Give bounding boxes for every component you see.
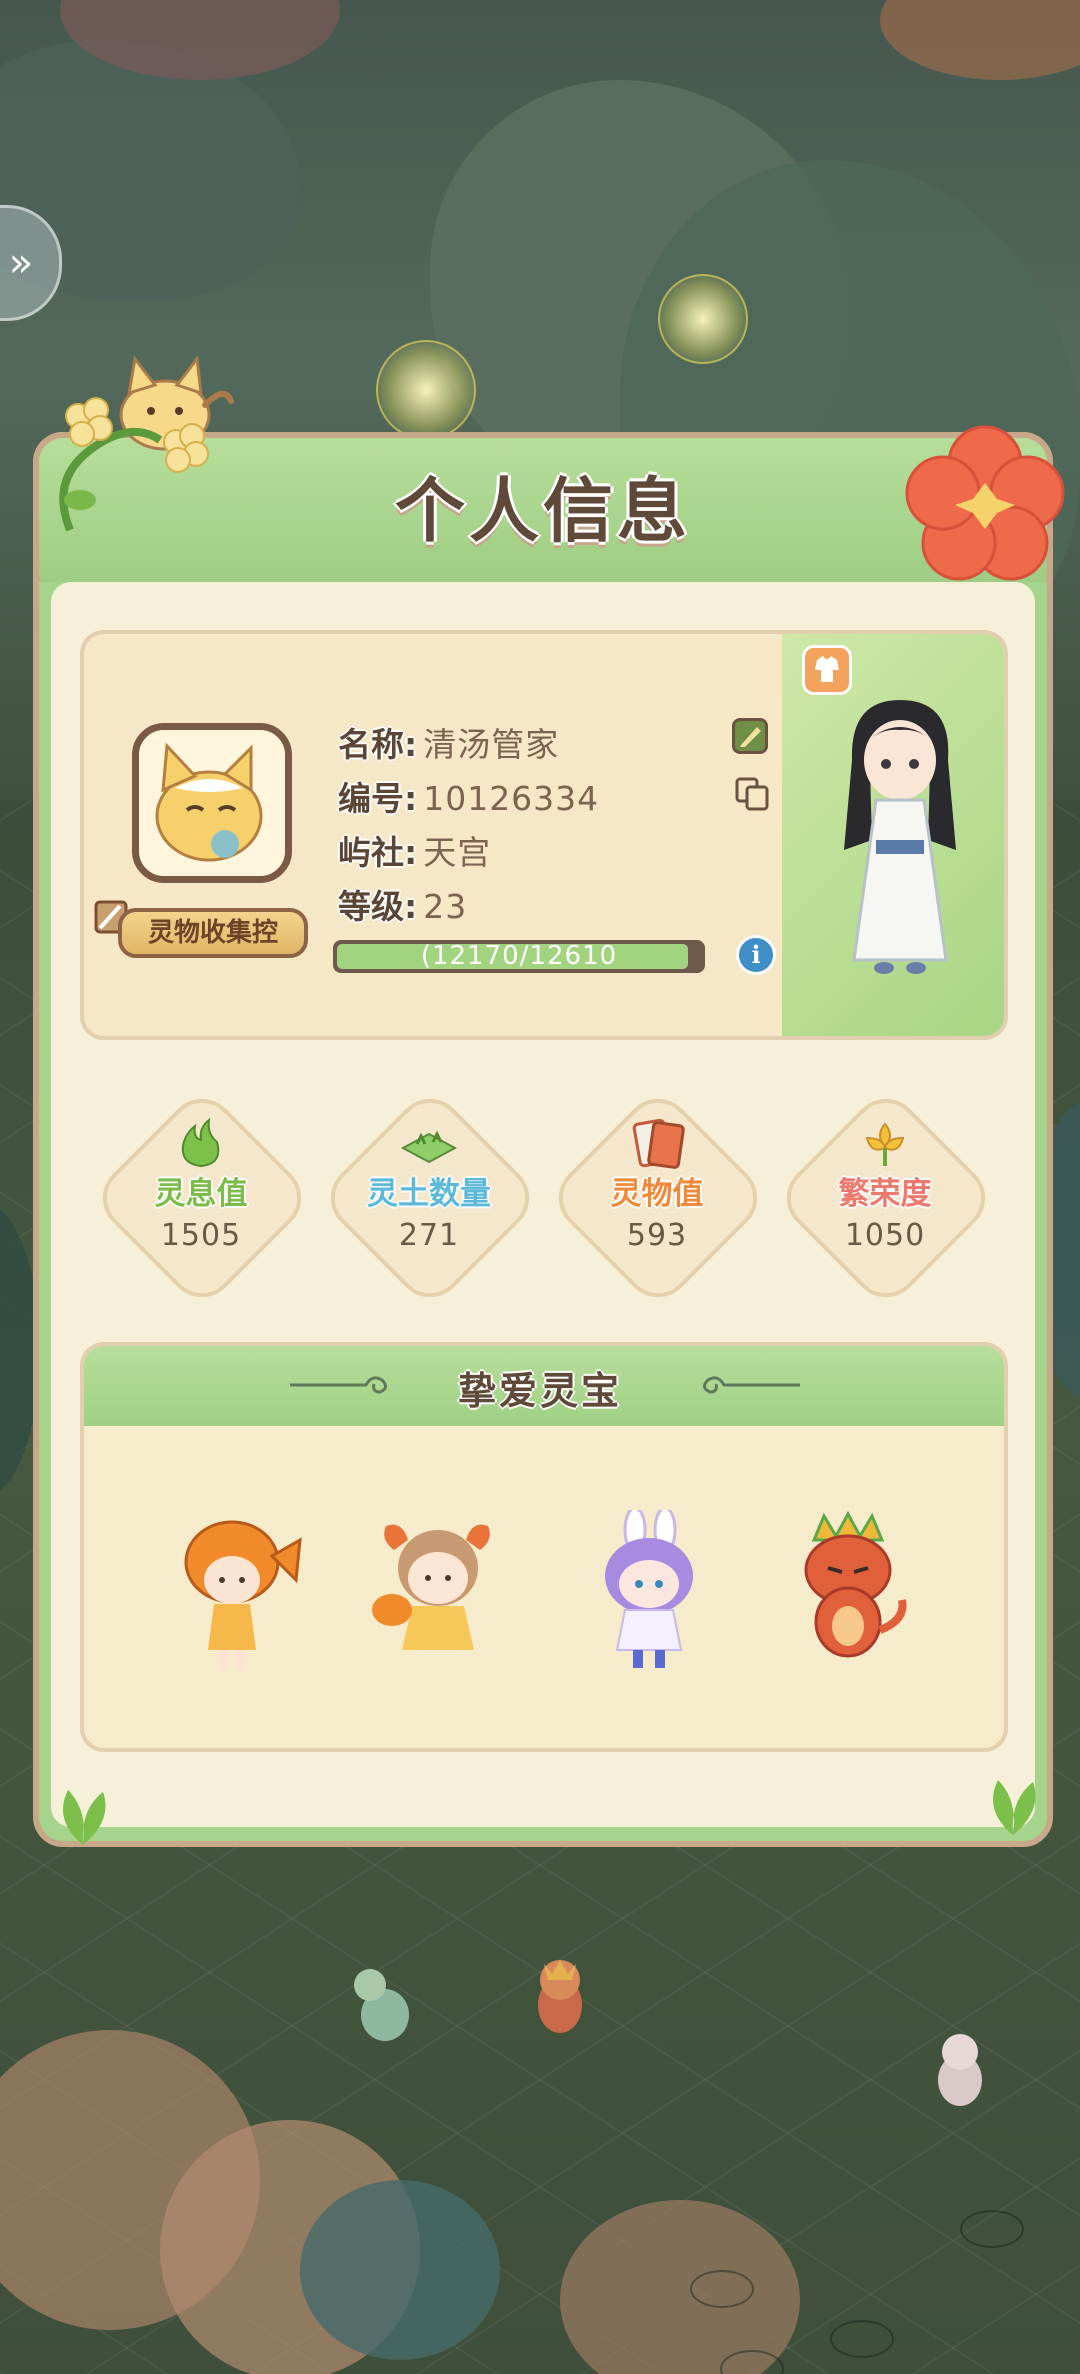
level-row: 等级: 23 (338, 880, 467, 928)
sparkle-orb-icon (376, 340, 476, 440)
red-dragon-pet-icon[interactable] (784, 1510, 914, 1680)
edit-name-button[interactable] (732, 718, 768, 754)
wandering-green-pet-npc-icon[interactable] (340, 1960, 430, 2050)
avatar[interactable] (132, 723, 292, 883)
name-row: 名称: 清汤管家 (338, 718, 559, 766)
book-card-icon (632, 1118, 685, 1169)
leaf-corner-decoration-icon (993, 1780, 1036, 1835)
outfit-icon (815, 656, 839, 682)
vine-flowers-decoration-icon (59, 397, 209, 532)
wandering-dragon-npc-icon[interactable] (520, 1950, 600, 2050)
stat-spirit-breath[interactable]: 灵息值 1505 (88, 1084, 316, 1312)
red-flower-decoration-icon (905, 425, 1065, 581)
player-character-avatar-icon[interactable] (820, 690, 980, 990)
stat-prosperity[interactable]: 繁荣度 1050 (772, 1084, 1000, 1312)
collector-title-badge: 灵物收集控 (118, 908, 308, 958)
copy-id-button[interactable] (734, 776, 770, 812)
id-value: 10126334 (423, 779, 600, 818)
society-row: 屿社: 天宫 (338, 826, 491, 874)
pencil-icon (740, 727, 761, 747)
stat-label: 繁荣度 (838, 1176, 932, 1212)
name-label: 名称: (338, 725, 418, 764)
stat-value: 1505 (160, 1218, 242, 1253)
double-chevron-right-icon: » (8, 240, 34, 286)
yellow-flower-icon (865, 1122, 905, 1166)
id-label: 编号: (338, 779, 418, 818)
stat-spirit-soil[interactable]: 灵土数量 271 (316, 1084, 544, 1312)
outfit-change-button[interactable] (802, 645, 852, 695)
leaf-corner-decoration-icon (63, 1790, 106, 1845)
cat-avatar-icon (139, 730, 285, 876)
stat-value: 593 (626, 1218, 688, 1253)
sparkle-orb-icon (658, 274, 748, 364)
ram-horn-girl-pet-icon[interactable] (372, 1510, 502, 1680)
level-info-button[interactable]: i (736, 935, 776, 975)
society-label: 屿社: (338, 833, 418, 872)
wandering-white-pet-npc-icon[interactable] (920, 2020, 1000, 2120)
green-flame-icon (181, 1117, 220, 1168)
xp-progress-text: (12170/12610 (420, 941, 618, 971)
level-label: 等级: (338, 887, 418, 926)
level-value: 23 (423, 887, 468, 926)
stat-label: 灵息值 (154, 1176, 248, 1212)
favorite-pets-title: 挚爱灵宝 (457, 1369, 622, 1413)
stat-label: 灵土数量 (367, 1176, 491, 1212)
stat-value: 271 (398, 1218, 460, 1253)
soil-patch-icon (400, 1130, 458, 1164)
goldfish-girl-pet-icon[interactable] (172, 1510, 302, 1680)
stat-label: 灵物值 (610, 1176, 704, 1212)
stat-spirit-items[interactable]: 灵物值 593 (544, 1084, 772, 1312)
id-row: 编号: 10126334 (338, 772, 599, 820)
society-value: 天宫 (423, 833, 492, 872)
info-icon: i (751, 940, 761, 969)
bunny-ear-girl-pet-icon[interactable] (585, 1510, 715, 1680)
name-value: 清汤管家 (423, 725, 560, 764)
stat-value: 1050 (844, 1218, 926, 1253)
